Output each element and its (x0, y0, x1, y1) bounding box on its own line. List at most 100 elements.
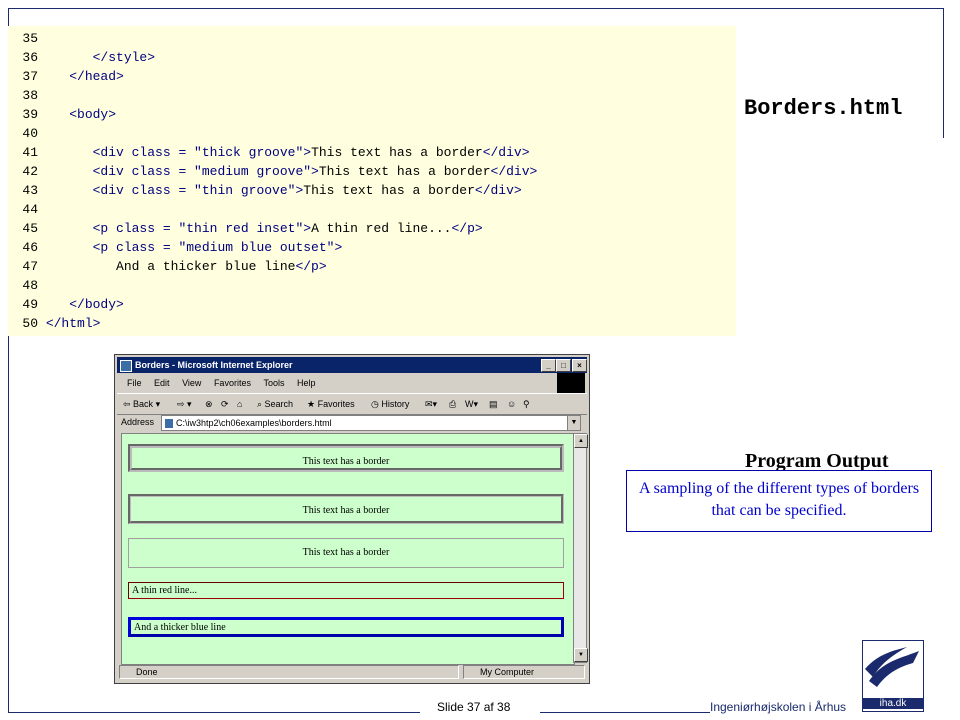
line-number: 41 (22, 145, 38, 160)
line-number: 40 (22, 126, 38, 141)
code-line: 41 <div class = "thick groove">This text… (8, 143, 530, 162)
slide-title: Borders.html (744, 96, 903, 121)
line-number: 47 (22, 259, 38, 274)
code-line: 42 <div class = "medium groove">This tex… (8, 162, 537, 181)
slide-number: Slide 37 af 38 (437, 700, 511, 714)
code-text: </p> (451, 221, 483, 236)
frame-right-line (943, 8, 944, 138)
maximize-button[interactable]: □ (556, 359, 571, 372)
search-button[interactable]: ⌕ Search (257, 394, 293, 414)
browser-title: Borders - Microsoft Internet Explorer (135, 360, 293, 370)
address-label: Address (121, 417, 155, 427)
line-number: 45 (22, 221, 38, 236)
code-text: This text has a border (318, 164, 491, 179)
line-number: 43 (22, 183, 38, 198)
code-text: </html> (45, 316, 101, 331)
code-text: <div class = "thick groove"> (92, 145, 312, 160)
menu-bar: File Edit View Favorites Tools Help (117, 375, 587, 391)
code-text: </style> (92, 50, 156, 65)
code-line: 39 <body> (8, 105, 116, 124)
medium-blue-outset-paragraph: And a thicker blue line (128, 617, 564, 637)
edit-icon[interactable]: W▾ (465, 394, 478, 414)
print-icon[interactable]: ⎙ (449, 394, 456, 414)
line-number: 39 (22, 107, 38, 122)
messenger-icon[interactable]: ☺ (507, 394, 516, 414)
research-icon[interactable]: ⚲ (523, 394, 530, 414)
stop-icon[interactable]: ⊗ (205, 394, 213, 414)
close-button[interactable]: × (572, 359, 587, 372)
vertical-scrollbar[interactable]: ▲ ▼ (573, 433, 588, 663)
menu-file[interactable]: File (127, 378, 142, 388)
frame-top-line (8, 8, 944, 9)
code-line: 43 <div class = "thin groove">This text … (8, 181, 522, 200)
code-line: 49 </body> (8, 295, 123, 314)
code-line: 37 </head> (8, 67, 124, 86)
code-line: 48 (8, 276, 46, 295)
favorites-button[interactable]: ★ Favorites (307, 394, 355, 414)
thick-groove-div: This text has a border (128, 444, 564, 472)
code-line: 45 <p class = "thin red inset">A thin re… (8, 219, 483, 238)
code-text: And a thicker blue line (45, 259, 296, 274)
frame-bottom-line-left (8, 712, 420, 713)
code-line: 47 And a thicker blue line</p> (8, 257, 326, 276)
line-number: 37 (22, 69, 38, 84)
code-line: 46 <p class = "medium blue outset"> (8, 238, 342, 257)
code-text: </head> (69, 69, 124, 84)
menu-tools[interactable]: Tools (263, 378, 284, 388)
logo-text: iha.dk (863, 698, 923, 709)
discuss-icon[interactable]: ▤ (489, 394, 498, 414)
address-input[interactable]: C:\iw3htp2\ch06examples\borders.html ▼ (161, 415, 581, 431)
line-number: 35 (22, 31, 38, 46)
toolbar: ⇦ Back ▾ ⇨ ▾ ⊗ ⟳ ⌂ ⌕ Search ★ Favorites … (117, 393, 587, 415)
code-text: </div> (482, 145, 530, 160)
callout-box: A sampling of the different types of bor… (626, 470, 932, 532)
line-number: 44 (22, 202, 38, 217)
scroll-down-icon[interactable]: ▼ (574, 648, 588, 662)
scroll-up-icon[interactable]: ▲ (574, 434, 588, 448)
code-line: 36 </style> (8, 48, 155, 67)
page-content: This text has a border This text has a b… (121, 433, 575, 665)
menu-favorites[interactable]: Favorites (214, 378, 251, 388)
line-number: 50 (22, 316, 38, 331)
code-line: 44 (8, 200, 46, 219)
line-number: 38 (22, 88, 38, 103)
status-zone: My Computer (463, 665, 585, 679)
mail-icon[interactable]: ✉▾ (425, 394, 437, 414)
back-button[interactable]: ⇦ Back ▾ (123, 394, 160, 414)
home-icon[interactable]: ⌂ (237, 394, 242, 414)
code-text: <p class = "thin red inset"> (92, 221, 312, 236)
frame-bottom-line-right (540, 712, 710, 713)
code-text: A thin red line... (311, 221, 452, 236)
menu-edit[interactable]: Edit (154, 378, 170, 388)
code-listing: 35 36 </style> 37 </head> 38 39 <body> 40 4… (8, 26, 736, 336)
line-number: 42 (22, 164, 38, 179)
line-number: 46 (22, 240, 38, 255)
logo-mark-icon (865, 647, 919, 687)
history-button[interactable]: ◷ History (371, 394, 409, 414)
refresh-icon[interactable]: ⟳ (221, 394, 229, 414)
ie-icon (120, 360, 132, 372)
code-text: </div> (474, 183, 522, 198)
code-text: <div class = "medium groove"> (92, 164, 319, 179)
code-text: <p class = "medium blue outset"> (92, 240, 343, 255)
page-icon (165, 419, 173, 429)
iha-logo: iha.dk (862, 640, 924, 712)
code-text: <body> (69, 107, 117, 122)
minimize-button[interactable]: _ (541, 359, 556, 372)
thin-red-inset-paragraph: A thin red line... (128, 582, 564, 599)
menu-view[interactable]: View (182, 378, 201, 388)
browser-title-bar: Borders - Microsoft Internet Explorer _ … (117, 357, 587, 373)
address-bar: Address C:\iw3htp2\ch06examples\borders.… (117, 414, 587, 431)
menu-help[interactable]: Help (297, 378, 316, 388)
address-dropdown-icon[interactable]: ▼ (567, 416, 580, 430)
forward-button[interactable]: ⇨ ▾ (177, 394, 192, 414)
